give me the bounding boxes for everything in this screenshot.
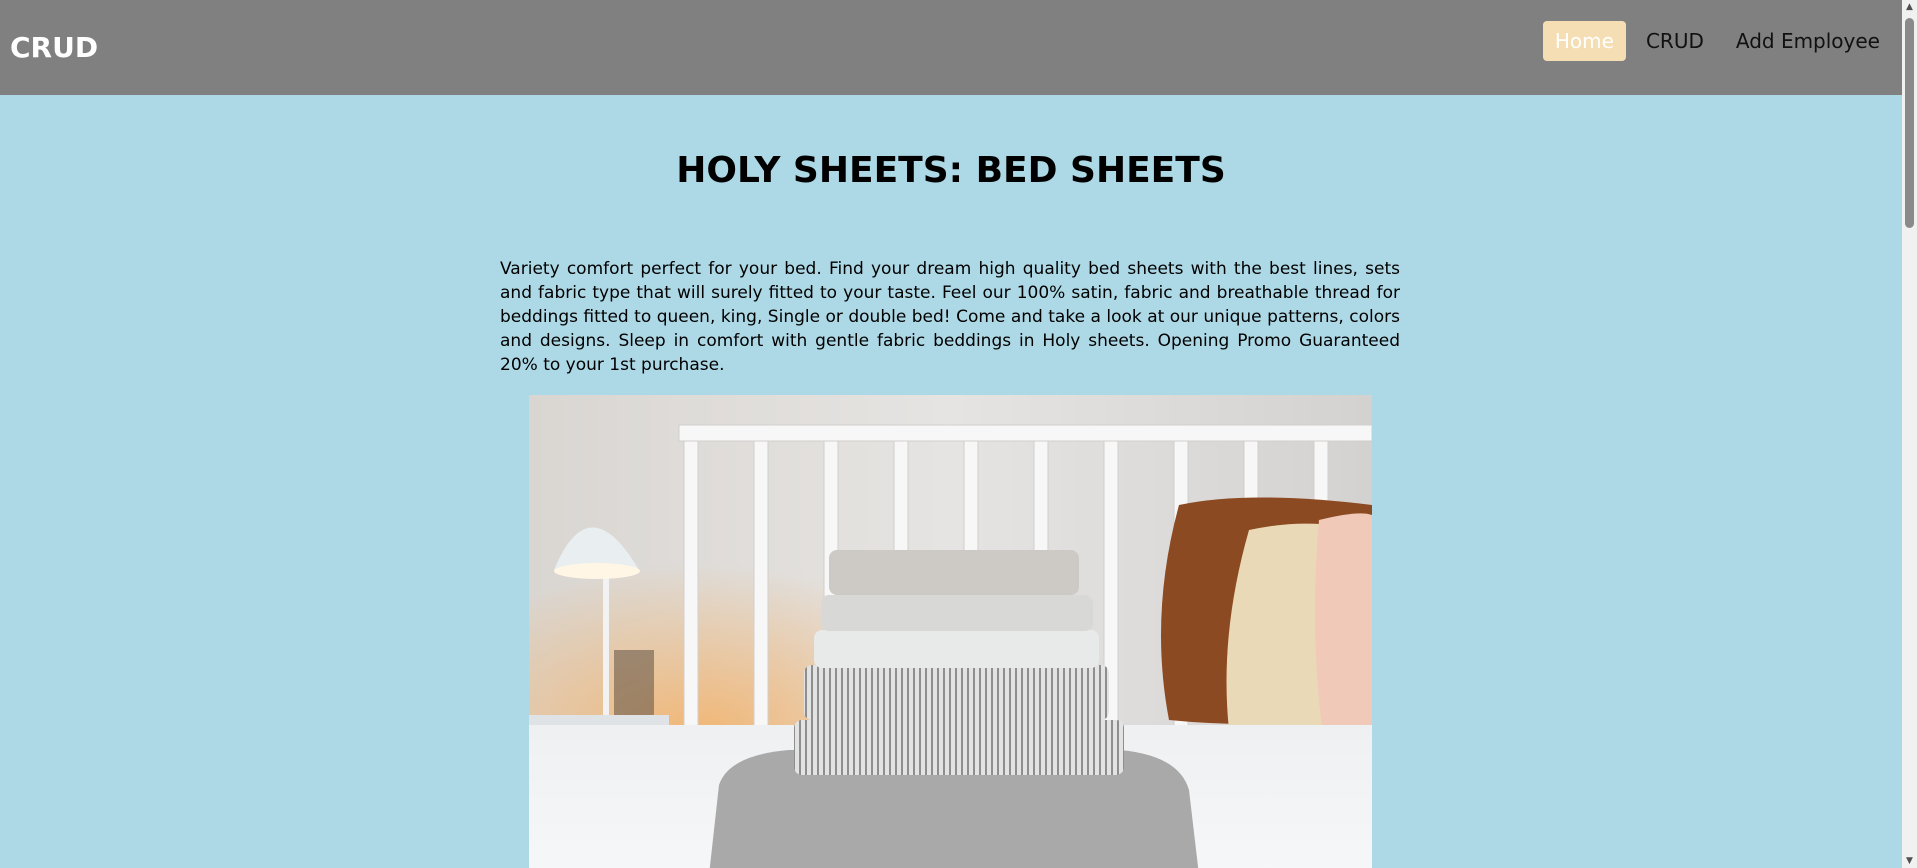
scroll-down-icon[interactable]: ▼ <box>1902 854 1917 868</box>
brand-logo[interactable]: CRUD <box>10 31 98 64</box>
navbar: CRUD Home CRUD Add Employee <box>0 0 1902 95</box>
page-title: HOLY SHEETS: BED SHEETS <box>676 150 1226 191</box>
bed-sheets-image <box>529 395 1372 868</box>
nav-home-link[interactable]: Home <box>1542 20 1626 61</box>
vertical-scrollbar[interactable]: ▲ ▼ <box>1902 0 1917 868</box>
nav-crud-link[interactable]: CRUD <box>1634 21 1716 61</box>
nav-links: Home CRUD Add Employee <box>1542 20 1892 61</box>
main-content: HOLY SHEETS: BED SHEETS Variety comfort … <box>0 95 1902 868</box>
scroll-up-icon[interactable]: ▲ <box>1902 0 1917 14</box>
scroll-thumb[interactable] <box>1905 18 1914 228</box>
page-description: Variety comfort perfect for your bed. Fi… <box>500 259 1400 375</box>
nav-add-employee-link[interactable]: Add Employee <box>1724 21 1892 61</box>
